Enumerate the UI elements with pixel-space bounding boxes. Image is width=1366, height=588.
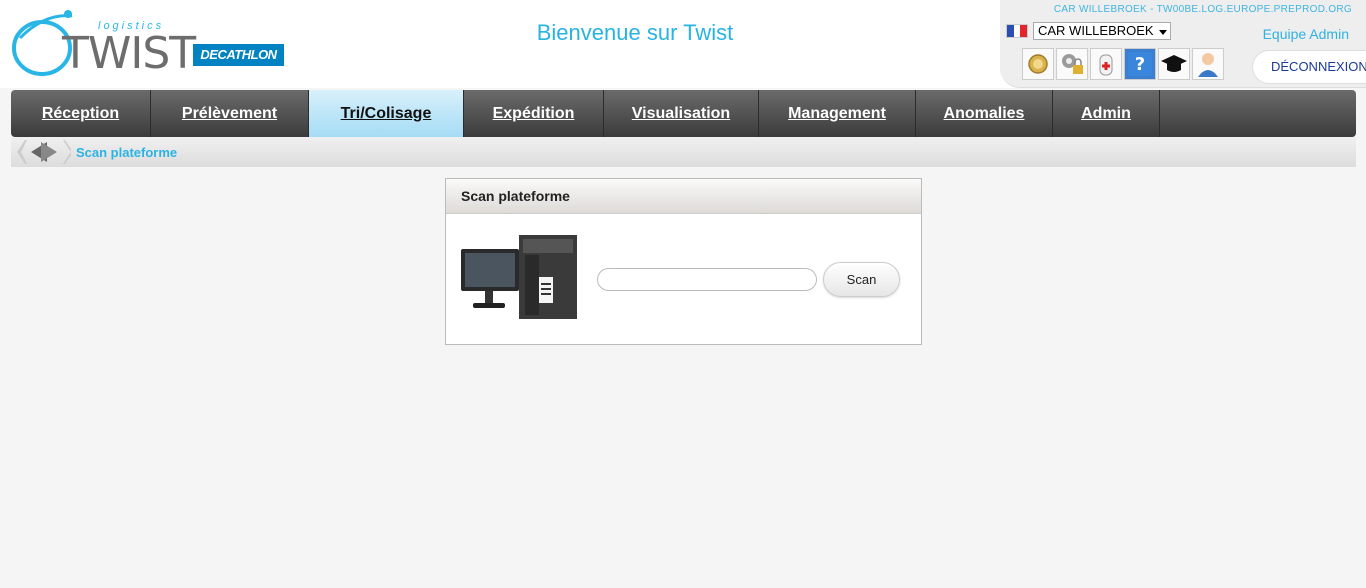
svg-text:?: ? bbox=[1135, 54, 1145, 75]
nav-item-tri-colisage[interactable]: Tri/Colisage bbox=[309, 90, 464, 137]
breadcrumb-current[interactable]: Scan plateforme bbox=[76, 145, 177, 160]
settings-lock-icon[interactable] bbox=[1056, 48, 1088, 80]
scan-input[interactable] bbox=[597, 268, 817, 291]
team-link[interactable]: Equipe Admin bbox=[1263, 26, 1349, 42]
nav-item-visualisation[interactable]: Visualisation bbox=[604, 90, 759, 137]
french-flag-icon[interactable] bbox=[1006, 24, 1028, 38]
logo-text: TWIST bbox=[62, 28, 196, 79]
toolbar: ? bbox=[1022, 48, 1224, 80]
graduation-cap-icon[interactable] bbox=[1158, 48, 1190, 80]
header: logistics TWIST DECATHLON Bienvenue sur … bbox=[0, 0, 1366, 88]
chevron-down-icon bbox=[1159, 30, 1167, 35]
environment-label: CAR WILLEBROEK - TW00BE.LOG.EUROPE.PREPR… bbox=[1053, 4, 1352, 15]
scan-panel: Scan plateforme Scan bbox=[445, 178, 922, 345]
medal-icon[interactable] bbox=[1022, 48, 1054, 80]
main-nav: Réception Prélèvement Tri/Colisage Expéd… bbox=[11, 90, 1356, 137]
site-select[interactable]: CAR WILLEBROEK bbox=[1033, 22, 1171, 40]
back-forward-arrows-icon[interactable] bbox=[17, 140, 71, 164]
help-icon[interactable]: ? bbox=[1124, 48, 1156, 80]
decathlon-logo: DECATHLON bbox=[193, 44, 284, 66]
nav-item-expedition[interactable]: Expédition bbox=[464, 90, 604, 137]
nav-item-management[interactable]: Management bbox=[759, 90, 916, 137]
site-select-value: CAR WILLEBROEK bbox=[1038, 23, 1154, 38]
first-aid-icon[interactable] bbox=[1090, 48, 1122, 80]
user-panel: CAR WILLEBROEK - TW00BE.LOG.EUROPE.PREPR… bbox=[1000, 0, 1366, 88]
nav-item-prelevement[interactable]: Prélèvement bbox=[151, 90, 309, 137]
scan-button[interactable]: Scan bbox=[823, 262, 900, 297]
user-icon[interactable] bbox=[1192, 48, 1224, 80]
logout-button[interactable]: DÉCONNEXION bbox=[1252, 50, 1366, 84]
breadcrumb: Scan plateforme bbox=[11, 137, 1356, 167]
twist-logo[interactable]: logistics TWIST bbox=[10, 8, 196, 80]
nav-item-anomalies[interactable]: Anomalies bbox=[916, 90, 1053, 137]
panel-title: Scan plateforme bbox=[446, 179, 921, 214]
nav-item-admin[interactable]: Admin bbox=[1053, 90, 1160, 137]
nav-item-reception[interactable]: Réception bbox=[11, 90, 151, 137]
welcome-title: Bienvenue sur Twist bbox=[536, 20, 734, 45]
printer-terminal-icon bbox=[461, 235, 577, 319]
